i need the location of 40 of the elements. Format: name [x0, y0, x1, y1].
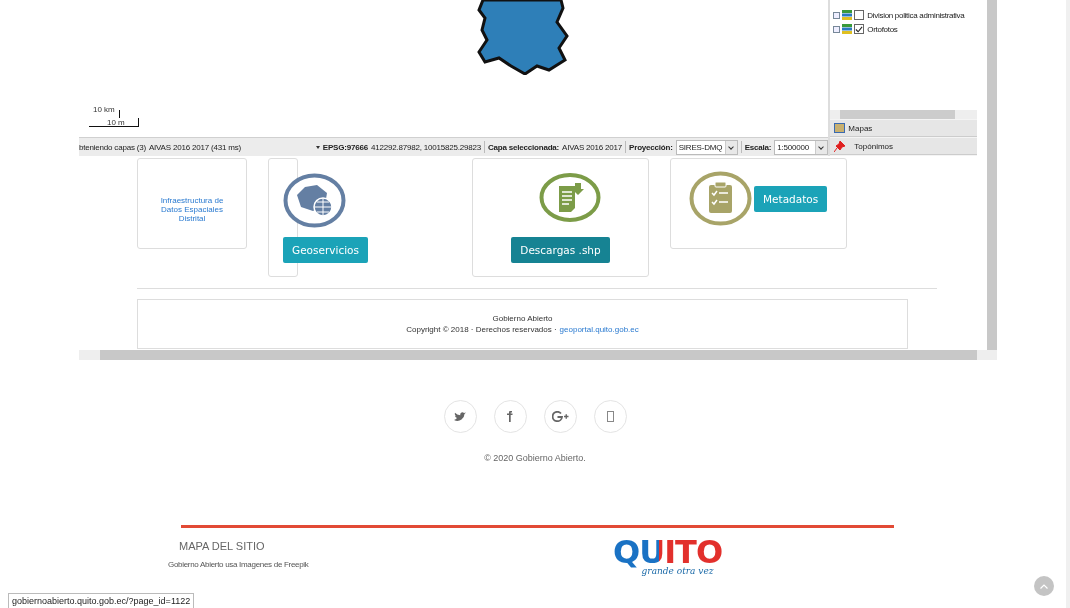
copyright-text: © 2020 Gobierno Abierto.: [483, 453, 587, 463]
website-link[interactable]: geoportal.quito.gob.ec: [559, 325, 639, 334]
globe-map-icon: [283, 173, 346, 228]
projection-select[interactable]: SIRES-DMQ: [675, 139, 738, 155]
projection-code: EPSG:97666: [322, 142, 368, 152]
twitter-icon[interactable]: [454, 411, 466, 422]
panel-tab[interactable]: Topónimos: [830, 138, 977, 155]
layer-label[interactable]: Division politica administrativa: [867, 10, 965, 20]
scale-select[interactable]: 1:500000: [774, 139, 829, 155]
site-map-heading: MAPA DEL SITIO: [179, 540, 266, 552]
document-download-icon: [539, 173, 601, 222]
status-url: gobiernoabierto.quito.gob.ec/?page_id=1122: [8, 593, 195, 608]
card-link[interactable]: Infraestructura de Datos Espaciales Distrital: [150, 196, 234, 223]
dropdown-arrow-icon[interactable]: [315, 145, 320, 149]
pin-icon: [834, 140, 846, 152]
copyright-text: Copyright © 2018 · Derechos reservados ·: [406, 325, 557, 334]
status-label: Proyección:: [629, 142, 673, 152]
layers-icon: [841, 9, 854, 21]
facebook-icon[interactable]: [507, 411, 513, 422]
layer-checkbox[interactable]: [854, 24, 865, 34]
status-label: Escala:: [744, 142, 772, 152]
layer-checkbox[interactable]: [854, 10, 865, 20]
layer-label[interactable]: Ortofotos: [867, 24, 898, 34]
status-label: Capa seleccionada:: [488, 142, 560, 152]
status-text: AIVAS 2016 2017: [562, 142, 623, 152]
credit-text: Gobierno Abierto usa Imagenes de Freepik: [168, 560, 310, 569]
panel-tab[interactable]: Mapas: [830, 120, 977, 137]
layers-icon: [841, 23, 854, 35]
scale-label: 10 m: [107, 118, 125, 127]
status-text: bteniendo capas (3): [79, 142, 146, 152]
coordinates-text: 412292.87982, 10015825.29823: [370, 142, 481, 152]
map-icon: [834, 123, 846, 133]
chevron-up-icon: [1040, 583, 1048, 589]
scale-label: 10 km: [93, 105, 115, 114]
google-plus-icon[interactable]: [551, 411, 569, 422]
clipboard-checklist-icon: [689, 171, 752, 226]
missing-glyph-icon[interactable]: [606, 411, 614, 422]
footer-title: Gobierno Abierto: [492, 314, 553, 323]
status-text: AIVAS 2016 2017 (431 ms): [148, 142, 241, 152]
downloads-button[interactable]: Descargas .shp: [511, 237, 610, 263]
